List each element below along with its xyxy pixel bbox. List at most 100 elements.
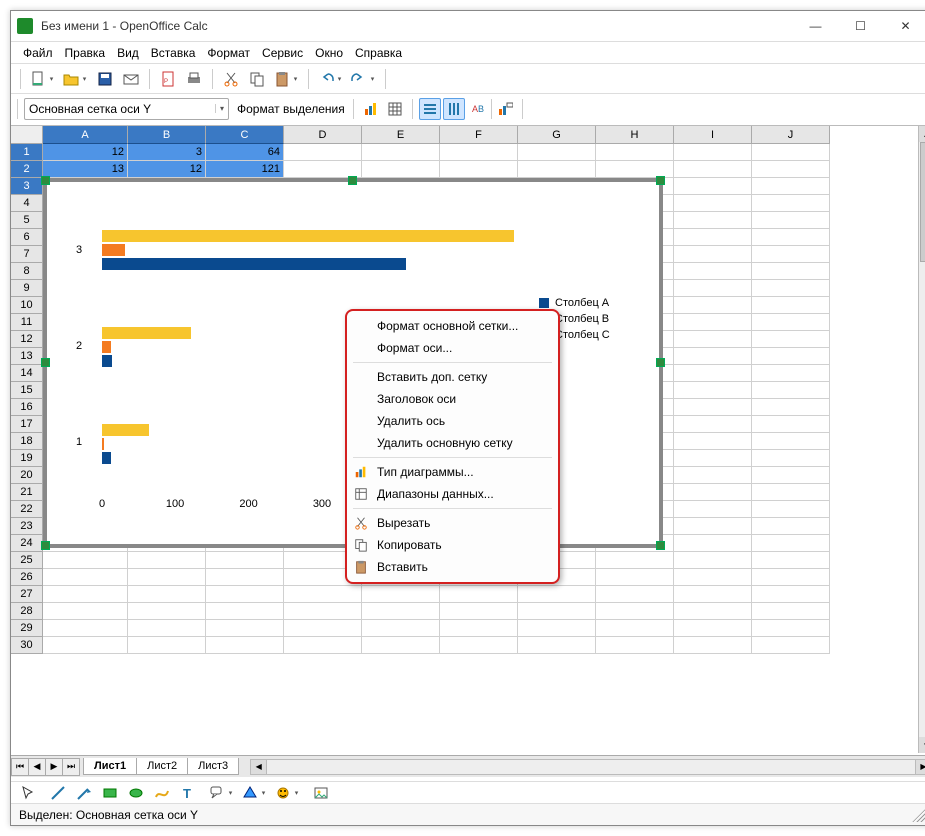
row-header[interactable]: 17 (11, 416, 43, 433)
cell[interactable] (752, 586, 830, 603)
basic-shapes-button[interactable]: ▾ (240, 782, 269, 804)
menu-edit[interactable]: Правка (59, 44, 112, 62)
cell[interactable] (128, 552, 206, 569)
cell[interactable] (596, 586, 674, 603)
cell[interactable] (674, 399, 752, 416)
resize-handle[interactable] (41, 358, 50, 367)
cell[interactable] (674, 161, 752, 178)
resize-handle[interactable] (41, 176, 50, 185)
resize-handle[interactable] (656, 176, 665, 185)
cell[interactable] (752, 314, 830, 331)
col-header-J[interactable]: J (752, 126, 830, 144)
row-header[interactable]: 5 (11, 212, 43, 229)
cell[interactable] (43, 620, 128, 637)
cell[interactable] (752, 535, 830, 552)
cell[interactable] (284, 144, 362, 161)
cell[interactable] (674, 416, 752, 433)
symbol-shapes-button[interactable]: ▾ (273, 782, 302, 804)
sheet-tab-1[interactable]: Лист1 (83, 758, 137, 775)
cell[interactable]: 3 (128, 144, 206, 161)
legend-button[interactable] (494, 98, 516, 120)
horizontal-scrollbar[interactable]: ◀ ▶ (250, 759, 925, 775)
cell[interactable] (362, 144, 440, 161)
cell[interactable] (752, 229, 830, 246)
cell[interactable] (440, 161, 518, 178)
cell[interactable] (284, 637, 362, 654)
cell[interactable] (596, 569, 674, 586)
cell[interactable] (43, 552, 128, 569)
resize-handle[interactable] (41, 541, 50, 550)
export-pdf-button[interactable]: P (157, 68, 179, 90)
row-header[interactable]: 30 (11, 637, 43, 654)
cell[interactable] (674, 569, 752, 586)
cell[interactable] (752, 246, 830, 263)
cell[interactable] (674, 450, 752, 467)
scroll-left-button[interactable]: ◀ (251, 760, 267, 774)
col-header-H[interactable]: H (596, 126, 674, 144)
cell[interactable] (674, 297, 752, 314)
chart-bar[interactable] (102, 341, 111, 353)
cell[interactable] (518, 620, 596, 637)
menu-cut[interactable]: Вырезать (347, 512, 558, 534)
row-header[interactable]: 10 (11, 297, 43, 314)
cell[interactable]: 121 (206, 161, 284, 178)
tab-nav-last[interactable]: ⏭ (62, 758, 80, 776)
scroll-right-button[interactable]: ▶ (915, 760, 925, 774)
cell[interactable] (674, 586, 752, 603)
cell[interactable] (43, 603, 128, 620)
cell[interactable] (674, 144, 752, 161)
cell[interactable] (674, 280, 752, 297)
resize-handle[interactable] (656, 541, 665, 550)
copy-button[interactable] (246, 68, 268, 90)
col-header-B[interactable]: B (128, 126, 206, 144)
menu-axis-title[interactable]: Заголовок оси (347, 388, 558, 410)
tab-nav-prev[interactable]: ◀ (28, 758, 46, 776)
cell[interactable] (752, 399, 830, 416)
chart-bar[interactable] (102, 244, 125, 256)
cell[interactable] (752, 433, 830, 450)
row-header[interactable]: 26 (11, 569, 43, 586)
cell[interactable] (752, 178, 830, 195)
cell[interactable] (752, 263, 830, 280)
select-all-corner[interactable] (11, 126, 43, 144)
cell[interactable] (440, 144, 518, 161)
cell[interactable] (206, 637, 284, 654)
arrow-tool-button[interactable] (73, 782, 95, 804)
cell[interactable] (674, 314, 752, 331)
text-tool-button[interactable]: T (177, 782, 199, 804)
resize-handle[interactable] (656, 358, 665, 367)
row-header[interactable]: 9 (11, 280, 43, 297)
chart-bar[interactable] (102, 438, 104, 450)
new-doc-button[interactable]: ▾ (28, 68, 57, 90)
sheet-tab-3[interactable]: Лист3 (187, 758, 239, 775)
cell[interactable] (752, 331, 830, 348)
menu-insert-minor-grid[interactable]: Вставить доп. сетку (347, 366, 558, 388)
cell[interactable] (752, 518, 830, 535)
cell[interactable] (752, 297, 830, 314)
cell[interactable] (362, 620, 440, 637)
chart-bar[interactable] (102, 327, 191, 339)
menu-delete-major-grid[interactable]: Удалить основную сетку (347, 432, 558, 454)
cell[interactable] (752, 280, 830, 297)
cell[interactable] (752, 484, 830, 501)
cell[interactable] (518, 637, 596, 654)
cell[interactable] (674, 637, 752, 654)
insert-image-button[interactable] (310, 782, 332, 804)
cell[interactable] (518, 144, 596, 161)
chart-bar[interactable] (102, 258, 406, 270)
cell[interactable] (206, 586, 284, 603)
menu-delete-axis[interactable]: Удалить ось (347, 410, 558, 432)
chart-bar[interactable] (102, 230, 514, 242)
cell[interactable] (43, 569, 128, 586)
cell[interactable]: 64 (206, 144, 284, 161)
cell[interactable] (596, 620, 674, 637)
row-header[interactable]: 20 (11, 467, 43, 484)
row-header[interactable]: 24 (11, 535, 43, 552)
cell[interactable] (674, 195, 752, 212)
col-header-A[interactable]: A (43, 126, 128, 144)
cell[interactable]: 13 (43, 161, 128, 178)
cell[interactable] (596, 552, 674, 569)
sheet-tab-2[interactable]: Лист2 (136, 758, 188, 775)
paste-button[interactable]: ▾ (272, 68, 301, 90)
cell[interactable] (752, 161, 830, 178)
